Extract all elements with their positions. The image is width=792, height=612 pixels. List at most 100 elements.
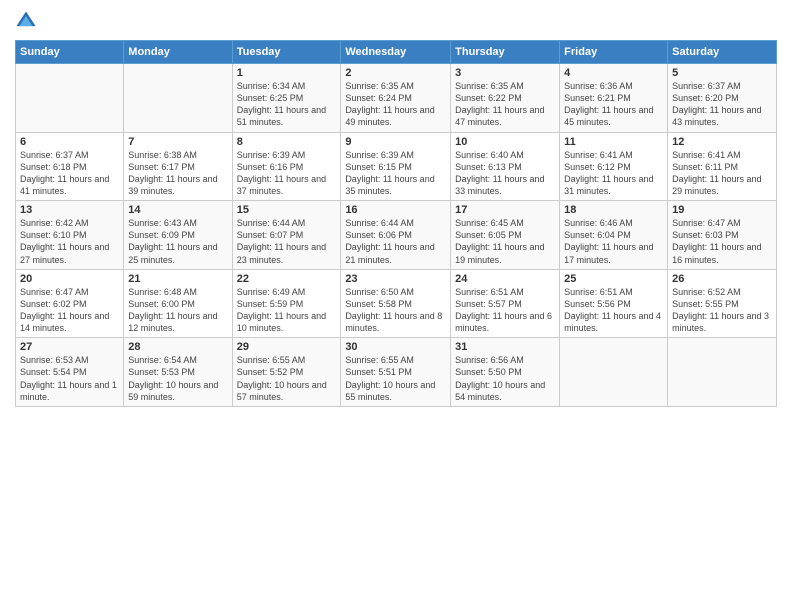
day-info: Sunrise: 6:35 AM Sunset: 6:24 PM Dayligh… <box>345 80 446 129</box>
day-number: 9 <box>345 136 446 148</box>
day-info: Sunrise: 6:51 AM Sunset: 5:57 PM Dayligh… <box>455 286 555 335</box>
day-number: 6 <box>20 136 119 148</box>
day-number: 28 <box>128 341 227 353</box>
day-info: Sunrise: 6:36 AM Sunset: 6:21 PM Dayligh… <box>564 80 663 129</box>
day-info: Sunrise: 6:56 AM Sunset: 5:50 PM Dayligh… <box>455 354 555 403</box>
calendar-cell: 20Sunrise: 6:47 AM Sunset: 6:02 PM Dayli… <box>16 269 124 338</box>
day-number: 4 <box>564 67 663 79</box>
calendar: SundayMondayTuesdayWednesdayThursdayFrid… <box>15 40 777 407</box>
day-number: 7 <box>128 136 227 148</box>
day-number: 27 <box>20 341 119 353</box>
calendar-cell: 19Sunrise: 6:47 AM Sunset: 6:03 PM Dayli… <box>668 201 777 270</box>
calendar-cell <box>560 338 668 407</box>
day-info: Sunrise: 6:54 AM Sunset: 5:53 PM Dayligh… <box>128 354 227 403</box>
day-info: Sunrise: 6:43 AM Sunset: 6:09 PM Dayligh… <box>128 217 227 266</box>
day-info: Sunrise: 6:55 AM Sunset: 5:51 PM Dayligh… <box>345 354 446 403</box>
day-info: Sunrise: 6:50 AM Sunset: 5:58 PM Dayligh… <box>345 286 446 335</box>
calendar-week-3: 13Sunrise: 6:42 AM Sunset: 6:10 PM Dayli… <box>16 201 777 270</box>
calendar-cell: 1Sunrise: 6:34 AM Sunset: 6:25 PM Daylig… <box>232 64 341 133</box>
day-number: 5 <box>672 67 772 79</box>
page: SundayMondayTuesdayWednesdayThursdayFrid… <box>0 0 792 612</box>
day-number: 20 <box>20 273 119 285</box>
calendar-cell: 11Sunrise: 6:41 AM Sunset: 6:12 PM Dayli… <box>560 132 668 201</box>
day-header-thursday: Thursday <box>451 41 560 64</box>
calendar-week-4: 20Sunrise: 6:47 AM Sunset: 6:02 PM Dayli… <box>16 269 777 338</box>
calendar-header-row: SundayMondayTuesdayWednesdayThursdayFrid… <box>16 41 777 64</box>
calendar-cell: 31Sunrise: 6:56 AM Sunset: 5:50 PM Dayli… <box>451 338 560 407</box>
day-info: Sunrise: 6:41 AM Sunset: 6:11 PM Dayligh… <box>672 149 772 198</box>
day-number: 15 <box>237 204 337 216</box>
day-number: 19 <box>672 204 772 216</box>
calendar-cell <box>668 338 777 407</box>
day-info: Sunrise: 6:41 AM Sunset: 6:12 PM Dayligh… <box>564 149 663 198</box>
day-header-saturday: Saturday <box>668 41 777 64</box>
day-info: Sunrise: 6:44 AM Sunset: 6:07 PM Dayligh… <box>237 217 337 266</box>
day-info: Sunrise: 6:34 AM Sunset: 6:25 PM Dayligh… <box>237 80 337 129</box>
day-info: Sunrise: 6:35 AM Sunset: 6:22 PM Dayligh… <box>455 80 555 129</box>
day-info: Sunrise: 6:51 AM Sunset: 5:56 PM Dayligh… <box>564 286 663 335</box>
day-header-tuesday: Tuesday <box>232 41 341 64</box>
calendar-cell: 8Sunrise: 6:39 AM Sunset: 6:16 PM Daylig… <box>232 132 341 201</box>
calendar-cell: 5Sunrise: 6:37 AM Sunset: 6:20 PM Daylig… <box>668 64 777 133</box>
day-number: 29 <box>237 341 337 353</box>
day-number: 18 <box>564 204 663 216</box>
calendar-cell: 3Sunrise: 6:35 AM Sunset: 6:22 PM Daylig… <box>451 64 560 133</box>
calendar-cell: 25Sunrise: 6:51 AM Sunset: 5:56 PM Dayli… <box>560 269 668 338</box>
calendar-cell: 28Sunrise: 6:54 AM Sunset: 5:53 PM Dayli… <box>124 338 232 407</box>
day-number: 13 <box>20 204 119 216</box>
day-number: 2 <box>345 67 446 79</box>
calendar-cell: 4Sunrise: 6:36 AM Sunset: 6:21 PM Daylig… <box>560 64 668 133</box>
day-info: Sunrise: 6:47 AM Sunset: 6:03 PM Dayligh… <box>672 217 772 266</box>
calendar-cell: 13Sunrise: 6:42 AM Sunset: 6:10 PM Dayli… <box>16 201 124 270</box>
day-info: Sunrise: 6:44 AM Sunset: 6:06 PM Dayligh… <box>345 217 446 266</box>
calendar-cell: 26Sunrise: 6:52 AM Sunset: 5:55 PM Dayli… <box>668 269 777 338</box>
day-info: Sunrise: 6:49 AM Sunset: 5:59 PM Dayligh… <box>237 286 337 335</box>
day-number: 22 <box>237 273 337 285</box>
day-number: 23 <box>345 273 446 285</box>
day-number: 21 <box>128 273 227 285</box>
calendar-week-2: 6Sunrise: 6:37 AM Sunset: 6:18 PM Daylig… <box>16 132 777 201</box>
day-header-friday: Friday <box>560 41 668 64</box>
calendar-cell: 16Sunrise: 6:44 AM Sunset: 6:06 PM Dayli… <box>341 201 451 270</box>
day-info: Sunrise: 6:39 AM Sunset: 6:16 PM Dayligh… <box>237 149 337 198</box>
day-number: 30 <box>345 341 446 353</box>
calendar-cell: 22Sunrise: 6:49 AM Sunset: 5:59 PM Dayli… <box>232 269 341 338</box>
day-header-monday: Monday <box>124 41 232 64</box>
calendar-cell: 15Sunrise: 6:44 AM Sunset: 6:07 PM Dayli… <box>232 201 341 270</box>
calendar-cell: 14Sunrise: 6:43 AM Sunset: 6:09 PM Dayli… <box>124 201 232 270</box>
calendar-cell: 29Sunrise: 6:55 AM Sunset: 5:52 PM Dayli… <box>232 338 341 407</box>
day-info: Sunrise: 6:39 AM Sunset: 6:15 PM Dayligh… <box>345 149 446 198</box>
day-info: Sunrise: 6:53 AM Sunset: 5:54 PM Dayligh… <box>20 354 119 403</box>
day-info: Sunrise: 6:37 AM Sunset: 6:20 PM Dayligh… <box>672 80 772 129</box>
day-number: 24 <box>455 273 555 285</box>
day-info: Sunrise: 6:46 AM Sunset: 6:04 PM Dayligh… <box>564 217 663 266</box>
day-info: Sunrise: 6:40 AM Sunset: 6:13 PM Dayligh… <box>455 149 555 198</box>
calendar-cell: 17Sunrise: 6:45 AM Sunset: 6:05 PM Dayli… <box>451 201 560 270</box>
calendar-cell: 23Sunrise: 6:50 AM Sunset: 5:58 PM Dayli… <box>341 269 451 338</box>
day-info: Sunrise: 6:45 AM Sunset: 6:05 PM Dayligh… <box>455 217 555 266</box>
day-info: Sunrise: 6:47 AM Sunset: 6:02 PM Dayligh… <box>20 286 119 335</box>
day-number: 26 <box>672 273 772 285</box>
day-info: Sunrise: 6:37 AM Sunset: 6:18 PM Dayligh… <box>20 149 119 198</box>
day-number: 16 <box>345 204 446 216</box>
calendar-cell <box>16 64 124 133</box>
day-number: 17 <box>455 204 555 216</box>
calendar-cell: 6Sunrise: 6:37 AM Sunset: 6:18 PM Daylig… <box>16 132 124 201</box>
day-header-sunday: Sunday <box>16 41 124 64</box>
calendar-cell: 7Sunrise: 6:38 AM Sunset: 6:17 PM Daylig… <box>124 132 232 201</box>
day-info: Sunrise: 6:48 AM Sunset: 6:00 PM Dayligh… <box>128 286 227 335</box>
calendar-cell: 12Sunrise: 6:41 AM Sunset: 6:11 PM Dayli… <box>668 132 777 201</box>
day-header-wednesday: Wednesday <box>341 41 451 64</box>
day-number: 11 <box>564 136 663 148</box>
calendar-cell: 21Sunrise: 6:48 AM Sunset: 6:00 PM Dayli… <box>124 269 232 338</box>
calendar-cell: 18Sunrise: 6:46 AM Sunset: 6:04 PM Dayli… <box>560 201 668 270</box>
logo-icon <box>15 10 37 32</box>
day-number: 8 <box>237 136 337 148</box>
day-info: Sunrise: 6:55 AM Sunset: 5:52 PM Dayligh… <box>237 354 337 403</box>
day-number: 31 <box>455 341 555 353</box>
day-number: 3 <box>455 67 555 79</box>
header <box>15 10 777 32</box>
calendar-cell: 24Sunrise: 6:51 AM Sunset: 5:57 PM Dayli… <box>451 269 560 338</box>
calendar-cell: 30Sunrise: 6:55 AM Sunset: 5:51 PM Dayli… <box>341 338 451 407</box>
logo <box>15 10 39 32</box>
